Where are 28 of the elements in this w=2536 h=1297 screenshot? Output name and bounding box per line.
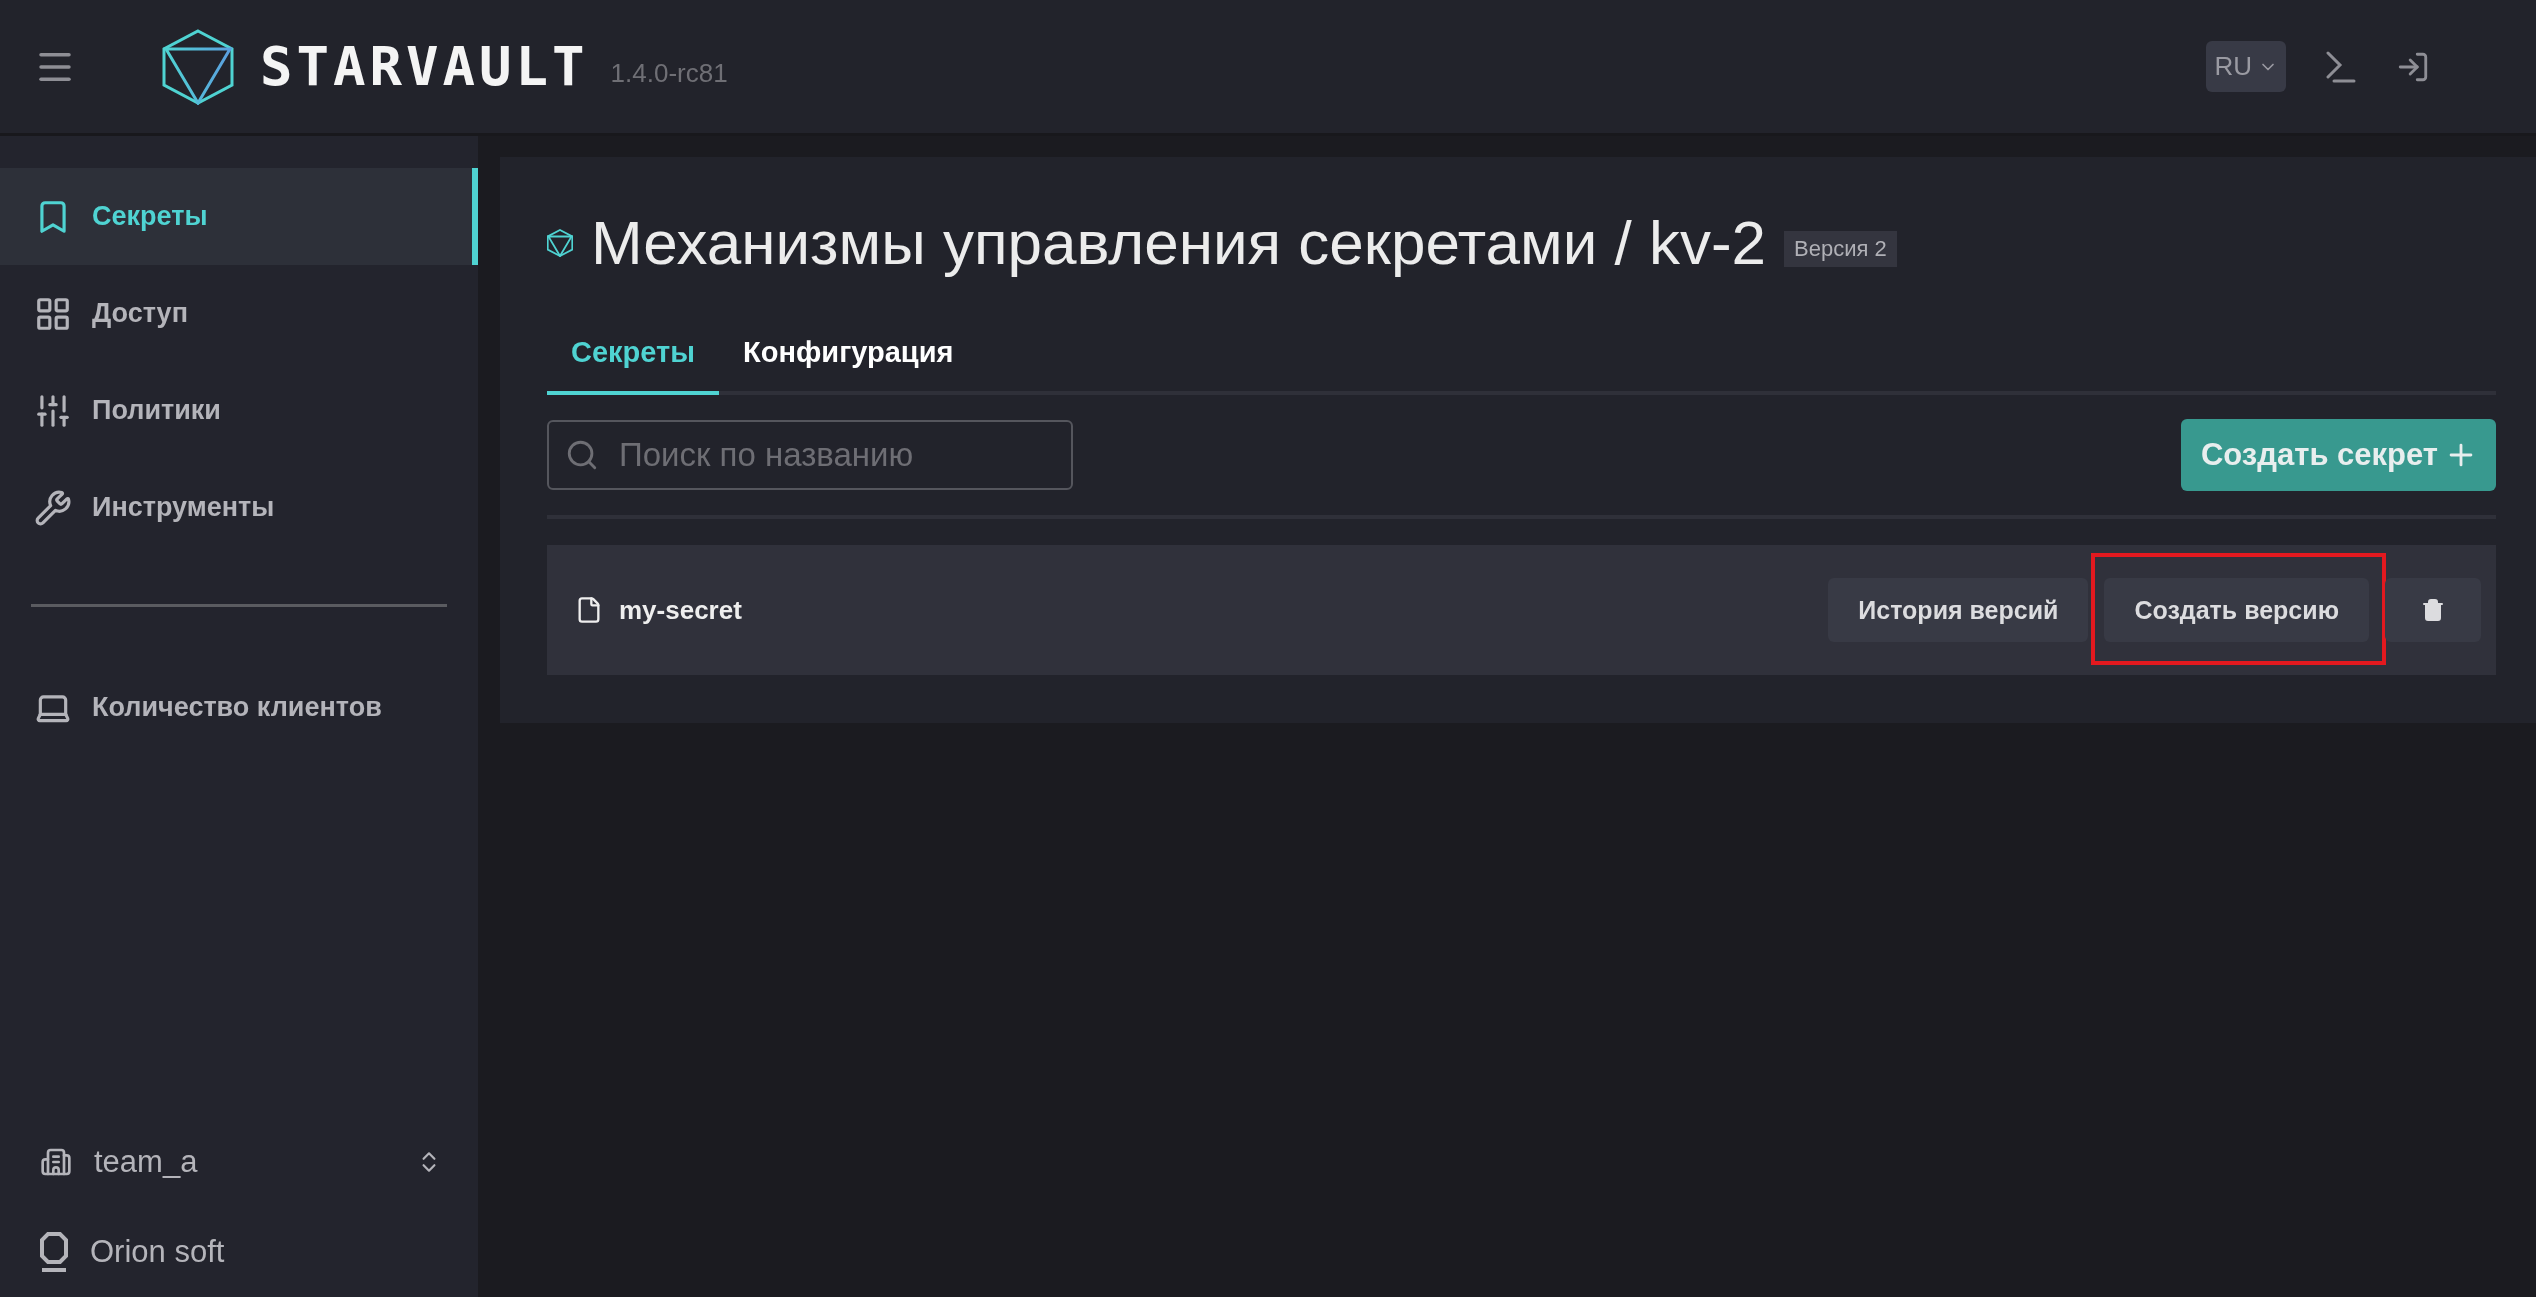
page-title: Механизмы управления секретами / kv-2 [591,207,1767,278]
tab[interactable]: Конфигурация [719,318,978,395]
terminal-button[interactable] [2326,50,2356,83]
language-selector[interactable]: RU [2206,41,2286,92]
brand-name: STARVAULT [260,35,589,98]
tab[interactable]: Секреты [547,318,719,395]
building-icon [40,1146,72,1178]
search-icon [565,438,599,472]
action-button[interactable]: История версий [1828,578,2089,642]
logo-icon [162,28,234,105]
wrench-icon [34,488,72,527]
sidebar-item[interactable]: Доступ [0,265,478,362]
organization-name: Orion soft [90,1234,225,1270]
secret-row[interactable]: my-secret История версий Создать версию [547,545,2496,675]
sidebar-item[interactable]: Политики [0,362,478,459]
namespace-selector[interactable]: team_a [0,1117,478,1207]
terminal-icon [2326,50,2356,83]
search-field[interactable]: Поиск по названию [547,420,1073,490]
version-label: 1.4.0-rc81 [610,58,728,89]
delete-button[interactable] [2385,578,2481,642]
trash-icon [2421,598,2445,622]
action-button[interactable]: Создать версию [2104,578,2369,642]
sidebar-item[interactable]: Инструменты [0,459,478,556]
sidebar-item[interactable]: Количество клиентов [0,659,478,756]
sidebar-item[interactable]: Секреты [0,168,478,265]
organization-icon [40,1232,68,1272]
version-badge: Версия 2 [1784,230,1897,267]
secret-name: my-secret [619,594,742,626]
